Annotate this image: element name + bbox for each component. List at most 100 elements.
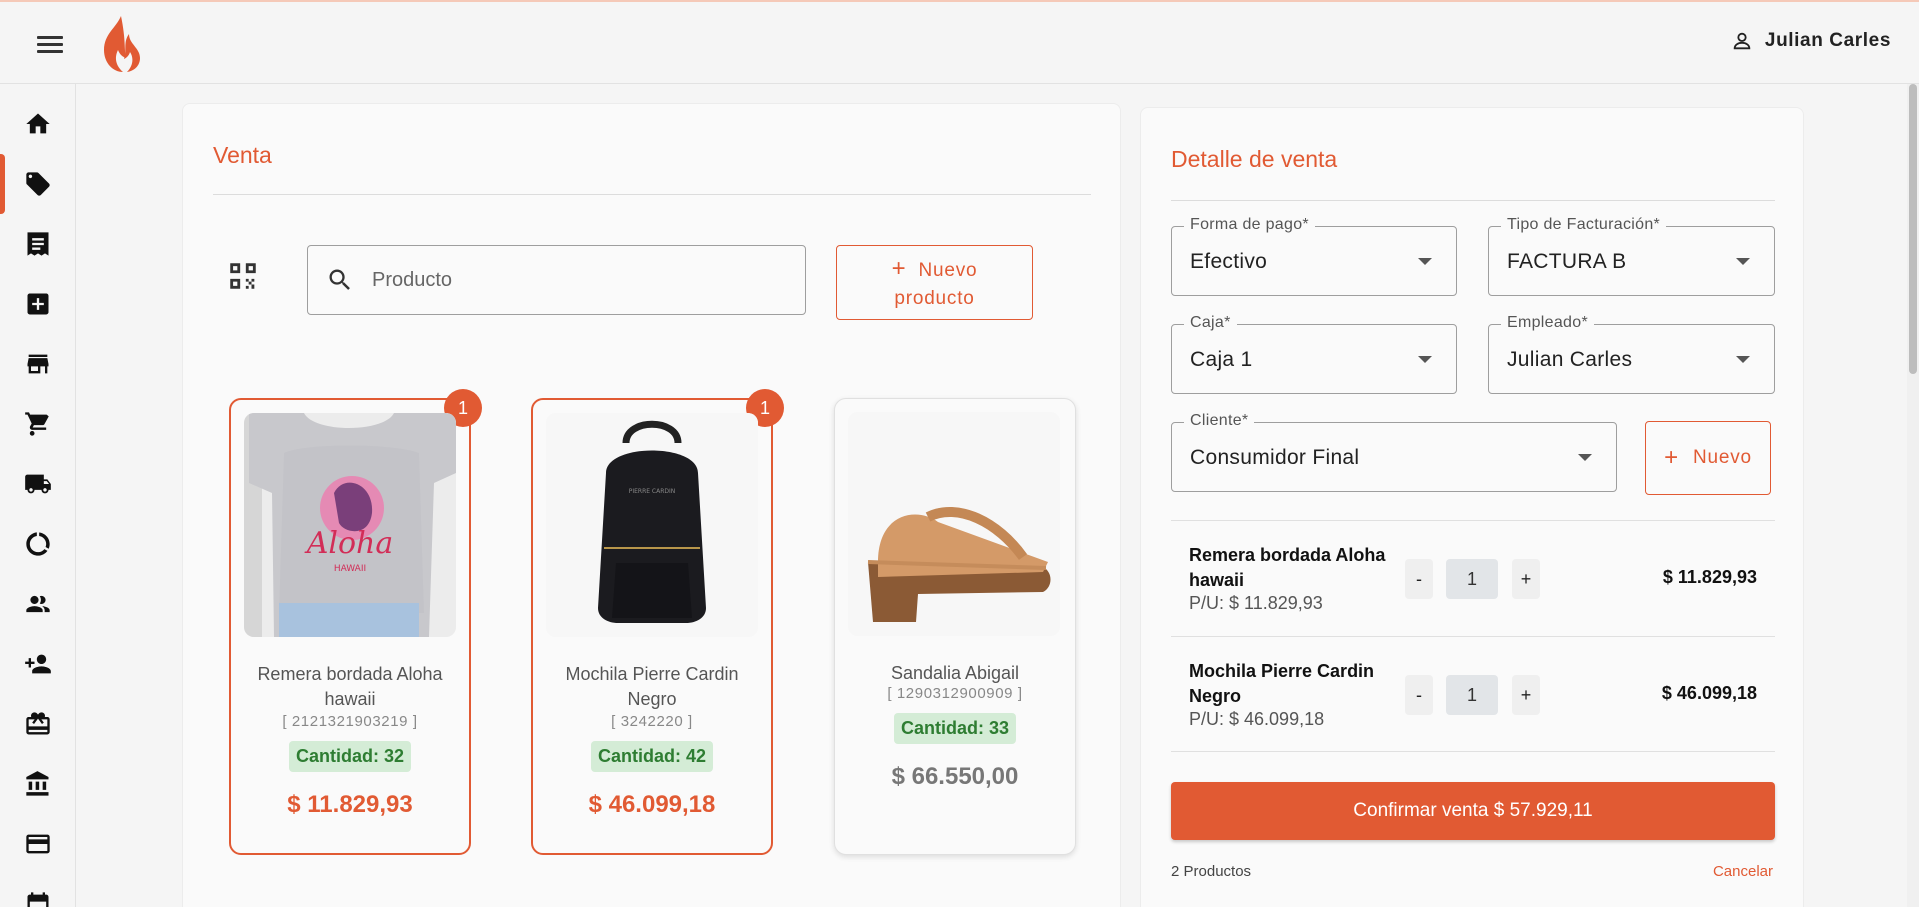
plus-icon: +	[1664, 443, 1679, 471]
increase-qty-button[interactable]: +	[1512, 675, 1540, 715]
top-app-bar: Julian Carles	[0, 0, 1919, 84]
payment-method-select[interactable]: Forma de pago* Efectivo	[1171, 216, 1457, 296]
store-icon	[27, 354, 49, 374]
user-menu[interactable]: Julian Carles	[1731, 30, 1891, 52]
line-item-total: $ 46.099,18	[1661, 683, 1757, 703]
hamburger-menu-icon[interactable]	[34, 32, 66, 60]
billing-type-label: Tipo de Facturación*	[1501, 216, 1667, 234]
calendar-icon	[27, 892, 49, 907]
product-image-tshirt: Aloha HAWAII	[244, 413, 456, 637]
new-client-label: Nuevo	[1692, 447, 1752, 469]
svg-text:Aloha: Aloha	[304, 526, 394, 561]
product-image-sandal	[848, 412, 1060, 636]
sidebar	[0, 84, 76, 907]
employee-value: Julian Carles	[1507, 348, 1633, 371]
detalle-panel: Detalle de venta Forma de pago* Efectivo…	[1140, 107, 1804, 907]
payment-method-value: Efectivo	[1190, 250, 1268, 273]
stock-badge: Cantidad: 32	[288, 741, 412, 772]
plus-icon: +	[891, 255, 907, 283]
confirm-sale-button[interactable]: Confirmar venta $ 57.929,11	[1171, 782, 1775, 840]
line-item-unit-price: P/U: $ 46.099,18	[1189, 709, 1325, 729]
client-label: Cliente*	[1184, 412, 1255, 430]
svg-text:PIERRE CARDIN: PIERRE CARDIN	[629, 488, 676, 495]
product-price: $ 46.099,18	[588, 791, 716, 818]
tag-icon	[26, 172, 50, 196]
qr-scan-icon[interactable]	[226, 259, 260, 293]
new-client-button[interactable]: + Nuevo	[1645, 421, 1771, 495]
sidebar-item-cards[interactable]	[0, 814, 76, 874]
product-count: 2 Productos	[1171, 863, 1252, 880]
sidebar-item-receipts[interactable]	[0, 214, 76, 274]
sidebar-item-gifts[interactable]	[0, 694, 76, 754]
page-scrollbar[interactable]	[1907, 84, 1919, 907]
cancel-link[interactable]: Cancelar	[1713, 863, 1773, 880]
product-price: $ 66.550,00	[891, 763, 1019, 790]
scrollbar-thumb[interactable]	[1909, 84, 1917, 374]
product-code: [ 2121321903219 ]	[282, 713, 418, 730]
sidebar-item-people[interactable]	[0, 574, 76, 634]
line-item-unit-price: P/U: $ 11.829,93	[1189, 593, 1323, 613]
product-name: Remera bordada Aloha hawaii	[257, 664, 443, 709]
flame-logo	[104, 16, 140, 72]
billing-type-value: FACTURA B	[1507, 250, 1627, 273]
employee-select[interactable]: Empleado* Julian Carles	[1488, 314, 1775, 394]
detalle-title: Detalle de venta	[1171, 146, 1338, 172]
dropdown-arrow-icon	[1418, 356, 1432, 363]
line-item-qty-input[interactable]: 1	[1446, 559, 1498, 599]
payment-method-label: Forma de pago*	[1184, 216, 1315, 234]
user-name: Julian Carles	[1764, 30, 1891, 51]
sidebar-item-home[interactable]	[0, 94, 76, 154]
sidebar-item-add-person[interactable]	[0, 634, 76, 694]
venta-panel: Venta +Nuevo producto 1 Aloha HAWAII	[182, 103, 1121, 907]
receipt-icon	[27, 232, 49, 256]
donut-chart-icon	[26, 532, 50, 556]
stock-badge: Cantidad: 42	[590, 741, 714, 772]
sidebar-item-ventas[interactable]	[0, 154, 76, 214]
sidebar-item-add[interactable]	[0, 274, 76, 334]
decrease-qty-button[interactable]: -	[1405, 675, 1433, 715]
venta-divider	[213, 194, 1091, 195]
product-card-remera[interactable]: 1 Aloha HAWAII Remera bordada Aloha hawa…	[229, 389, 482, 855]
dropdown-arrow-icon	[1578, 454, 1592, 461]
product-image-backpack: PIERRE CARDIN	[546, 413, 758, 637]
line-item-total: $ 11.829,93	[1662, 567, 1757, 587]
sidebar-item-shipping[interactable]	[0, 454, 76, 514]
new-product-label-1: Nuevo	[918, 260, 978, 282]
sidebar-item-store[interactable]	[0, 334, 76, 394]
stock-badge: Cantidad: 33	[893, 713, 1017, 744]
sidebar-item-bank[interactable]	[0, 754, 76, 814]
product-card-mochila[interactable]: 1 PIERRE CARDIN Mochila Pierre Cardin Ne…	[531, 389, 784, 855]
decrease-qty-button[interactable]: -	[1405, 559, 1433, 599]
product-code: [ 3242220 ]	[611, 713, 693, 730]
sidebar-item-calendar[interactable]	[0, 874, 76, 907]
detalle-divider	[1171, 200, 1775, 201]
billing-type-select[interactable]: Tipo de Facturación* FACTURA B	[1488, 216, 1775, 296]
line-item-name: Remera bordada Aloha hawaii	[1189, 545, 1386, 590]
dropdown-arrow-icon	[1418, 258, 1432, 265]
home-icon	[26, 113, 50, 134]
credit-card-icon	[26, 834, 50, 854]
client-value: Consumidor Final	[1190, 446, 1360, 469]
client-select[interactable]: Cliente* Consumidor Final	[1171, 412, 1617, 492]
new-product-button[interactable]: + Nuevo producto	[836, 245, 1033, 320]
sidebar-item-reports[interactable]	[0, 514, 76, 574]
product-search-field[interactable]	[307, 245, 806, 315]
sidebar-item-cart[interactable]	[0, 394, 76, 454]
people-icon	[26, 595, 50, 613]
cash-register-select[interactable]: Caja* Caja 1	[1171, 314, 1457, 394]
person-add-icon	[25, 654, 51, 674]
increase-qty-button[interactable]: +	[1512, 559, 1540, 599]
product-search-input[interactable]	[372, 268, 772, 292]
add-box-icon	[27, 293, 49, 315]
dropdown-arrow-icon	[1736, 258, 1750, 265]
gift-card-icon	[26, 712, 50, 735]
employee-label: Empleado*	[1501, 314, 1594, 332]
cash-register-label: Caja*	[1184, 314, 1237, 332]
dropdown-arrow-icon	[1736, 356, 1750, 363]
product-card-sandalia[interactable]: Sandalia Abigail [ 1290312900909 ] Canti…	[834, 398, 1076, 855]
venta-title: Venta	[213, 142, 272, 168]
cash-register-value: Caja 1	[1190, 348, 1253, 371]
product-price: $ 11.829,93	[287, 791, 413, 818]
line-item-qty-input[interactable]: 1	[1446, 675, 1498, 715]
product-code: [ 1290312900909 ]	[887, 685, 1023, 702]
